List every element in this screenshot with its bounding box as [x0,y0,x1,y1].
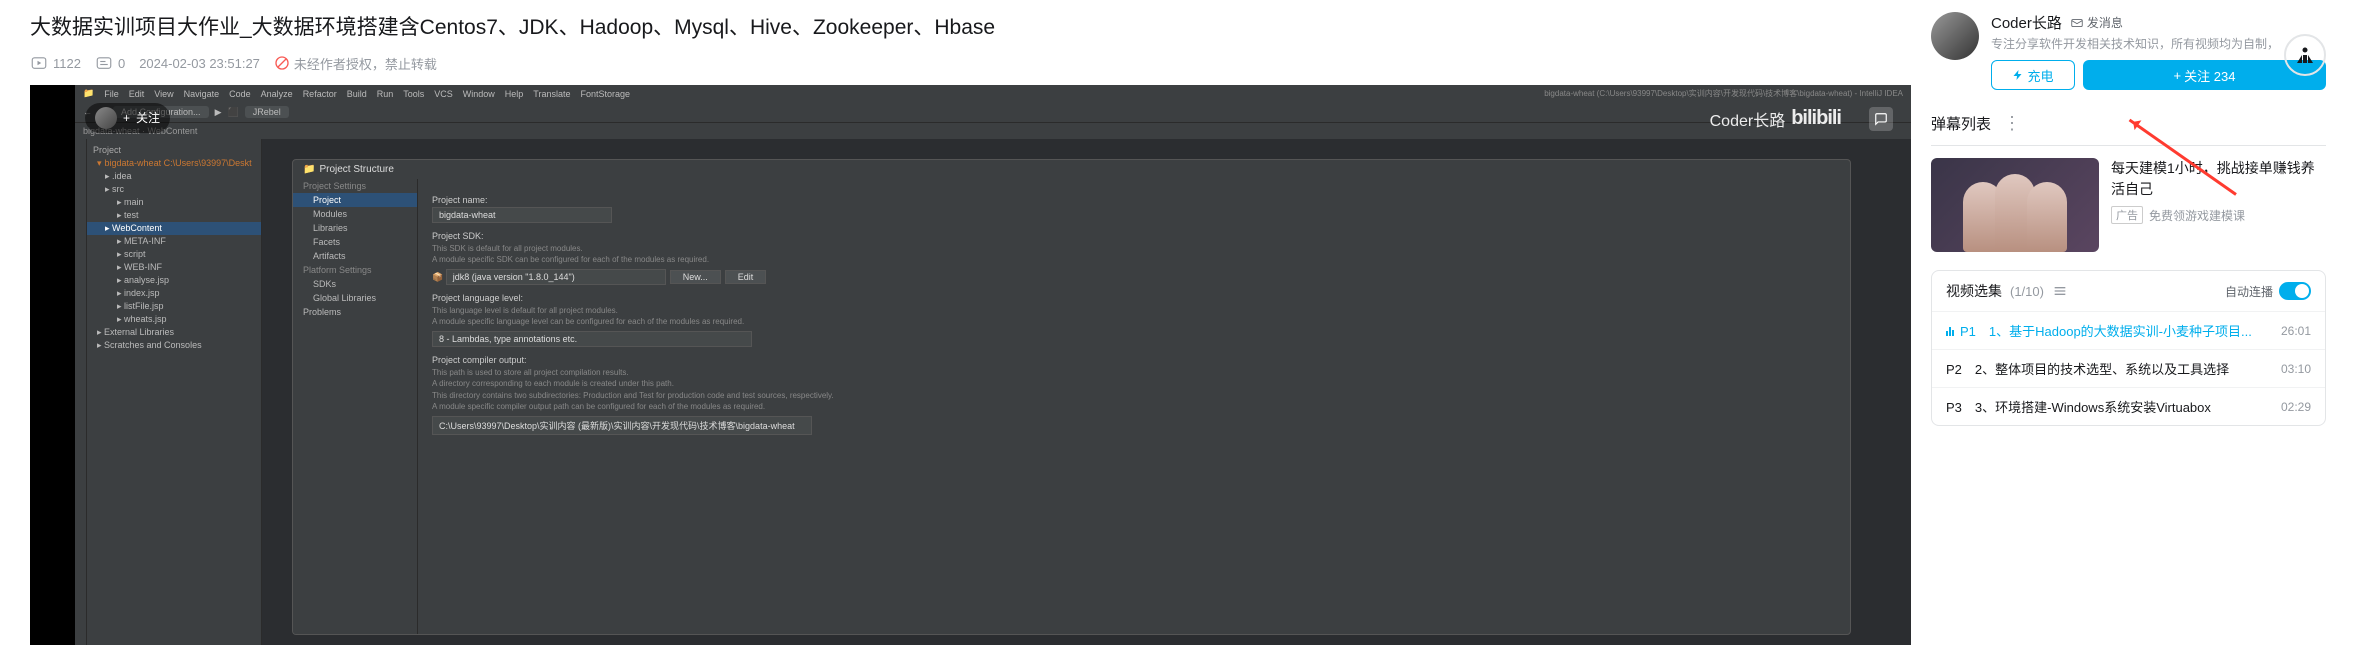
ide-toolbar: ←→ Add Configuration... ▶⬛ JRebel [75,103,1911,123]
play-icon [30,54,48,72]
tree-item: ▸ META-INF [87,235,261,248]
tree-item: ▸ analyse.jsp [87,274,261,287]
ide-screenshot: +关注 Coder长路 bilibili 📁 FileEditView Navi… [75,85,1911,645]
dialog-nav-item: Global Libraries [293,291,417,305]
charge-button[interactable]: 充电 [1991,60,2075,90]
tree-item: ▸ src [87,183,261,196]
dialog-nav-item: Platform Settings [293,263,417,277]
tree-item: ▸ WEB-INF [87,261,261,274]
tree-item: ▸ WebContent [87,222,261,235]
forbidden-icon [274,55,290,71]
project-tree: Project ▾ bigdata-wheat C:\Users\93997\D… [87,139,262,645]
watermark: Coder长路 bilibili [1710,107,1841,131]
uploader-card: Coder长路 发消息 专注分享软件开发相关技术知识，所有视频均为自制， 充电 … [1931,12,2326,90]
tree-item: ▸ wheats.jsp [87,313,261,326]
tree-item: ▸ Scratches and Consoles [87,339,261,352]
uploader-name[interactable]: Coder长路 [1991,12,2062,33]
tree-item: ▸ .idea [87,170,261,183]
playlist-item[interactable]: P1 1、基于Hadoop的大数据实训-小麦种子项目...26:01 [1932,311,2325,349]
video-meta: 1122 0 2024-02-03 23:51:27 未经作者授权，禁止转载 [30,54,1911,73]
tree-item: ▸ main [87,196,261,209]
tree-item: ▸ listFile.jsp [87,300,261,313]
avatar [95,107,117,129]
ad-thumbnail [1931,158,2099,252]
uploader-desc: 专注分享软件开发相关技术知识，所有视频均为自制， [1991,35,2326,52]
ad-title: 每天建模1小时，挑战接单赚钱养活自己 [2111,158,2326,200]
dialog-nav-item: SDKs [293,277,417,291]
playing-icon [1946,326,1954,336]
dialog-nav-item: Project [293,193,417,207]
dialog-nav-item: Facets [293,235,417,249]
autoplay-label: 自动连播 [2225,283,2273,300]
tree-item: ▸ script [87,248,261,261]
view-count: 1122 [30,54,81,72]
feedback-button[interactable] [1869,107,1893,131]
follow-overlay[interactable]: +关注 [85,103,170,133]
more-icon[interactable]: ⋮ [2003,113,2021,134]
publish-date: 2024-02-03 23:51:27 [139,56,260,71]
send-message-link[interactable]: 发消息 [2070,14,2123,31]
tree-item: ▸ test [87,209,261,222]
tree-item: ▸ External Libraries [87,326,261,339]
autoplay-toggle[interactable] [2279,282,2311,300]
ide-menubar: 📁 FileEditView NavigateCodeAnalyze Refac… [75,85,1911,103]
playlist-item[interactable]: P3 3、环境搭建-Windows系统安装Virtuabox02:29 [1932,387,2325,425]
dialog-nav-item: Modules [293,207,417,221]
playlist-title: 视频选集 [1946,281,2002,301]
no-repost-notice: 未经作者授权，禁止转载 [274,54,437,73]
dialog-nav-item: Problems [293,305,417,319]
ad-badge: 广告 [2111,206,2143,224]
dialog-nav-item: Libraries [293,221,417,235]
playlist-item[interactable]: P2 2、整体项目的技术选型、系统以及工具选择03:10 [1932,349,2325,387]
tree-item: ▸ index.jsp [87,287,261,300]
ide-tabs: bigdata-wheat · WebContent [75,123,1911,139]
dialog-nav-item: Project Settings [293,179,417,193]
playlist-count: (1/10) [2010,284,2044,299]
playlist: 视频选集 (1/10) 自动连播 P1 1、基于Hadoop的大数据实训-小麦种… [1931,270,2326,426]
site-logo[interactable] [2284,34,2326,76]
danmaku-list-header[interactable]: 弹幕列表 ⋮ [1931,102,2326,146]
video-title: 大数据实训项目大作业_大数据环境搭建含Centos7、JDK、Hadoop、My… [30,12,1911,44]
project-structure-dialog: 📁Project Structure Project SettingsProje… [292,159,1851,635]
list-icon[interactable] [2052,283,2068,299]
lightning-icon [2012,69,2024,81]
danmaku-icon [95,54,113,72]
mail-icon [2070,16,2084,30]
ad-subtitle: 免费领游戏建模课 [2149,207,2245,224]
danmaku-count: 0 [95,54,125,72]
ad-card[interactable]: 每天建模1小时，挑战接单赚钱养活自己 广告 免费领游戏建模课 [1931,158,2326,252]
dialog-nav-item: Artifacts [293,249,417,263]
uploader-avatar[interactable] [1931,12,1979,60]
video-player[interactable]: +关注 Coder长路 bilibili 📁 FileEditView Navi… [30,85,1911,645]
